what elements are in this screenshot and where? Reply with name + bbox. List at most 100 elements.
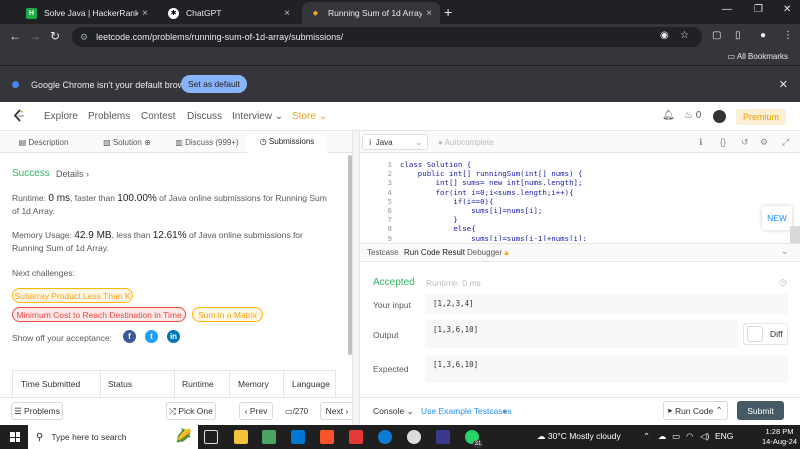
volume-icon[interactable]: ◁) bbox=[700, 431, 709, 442]
col-status[interactable]: Status bbox=[108, 379, 132, 389]
code-line[interactable]: } bbox=[400, 215, 457, 224]
tab-debugger[interactable]: Debugger 🔒︎ bbox=[467, 248, 509, 258]
forward-icon[interactable]: → bbox=[29, 29, 41, 43]
extensions-icon[interactable]: ▢ bbox=[712, 30, 721, 41]
taskbar-search[interactable]: ⚲ Type here to search 🌽 bbox=[28, 425, 198, 449]
browser-tab-leetcode[interactable]: ◆ Running Sum of 1d Array - Lee × bbox=[302, 2, 440, 24]
menu-icon[interactable]: ⋮ bbox=[783, 30, 793, 41]
page-indicator[interactable]: ▭/270 bbox=[285, 407, 308, 416]
profile-icon[interactable]: ● bbox=[760, 30, 766, 41]
close-tab-icon[interactable]: × bbox=[142, 8, 148, 19]
battery-icon[interactable]: ▭ bbox=[672, 431, 680, 442]
pick-one-button[interactable]: ⤮ Pick One bbox=[166, 402, 216, 420]
close-tab-icon[interactable]: × bbox=[284, 8, 290, 19]
tab-submissions[interactable]: ◷ Submissions bbox=[247, 131, 327, 153]
all-bookmarks[interactable]: ▭ All Bookmarks bbox=[728, 52, 788, 61]
autocomplete-toggle[interactable]: ● Autocomplete bbox=[438, 138, 494, 147]
intellij-icon[interactable] bbox=[436, 430, 450, 444]
code-line[interactable]: public int[] runningSum(int[] nums) { bbox=[400, 169, 583, 178]
code-editor[interactable]: 1 class Solution {2 public int[] runningS… bbox=[360, 155, 800, 241]
col-runtime[interactable]: Runtime bbox=[182, 379, 214, 389]
braces-icon[interactable]: {} bbox=[720, 137, 726, 147]
language-indicator[interactable]: ENG bbox=[715, 431, 733, 441]
facebook-icon[interactable]: f bbox=[123, 330, 136, 343]
nav-problems[interactable]: Problems bbox=[88, 111, 130, 122]
avatar[interactable] bbox=[713, 110, 726, 123]
address-bar[interactable]: ⚙ leetcode.com/problems/running-sum-of-1… bbox=[72, 27, 702, 47]
store-icon[interactable] bbox=[262, 430, 276, 444]
prev-button[interactable]: ‹ Prev bbox=[239, 402, 273, 420]
challenge-chip[interactable]: Subarray Product Less Than K bbox=[12, 288, 133, 303]
leetcode-logo-icon[interactable] bbox=[12, 109, 26, 123]
fullscreen-icon[interactable]: ⤢ bbox=[782, 137, 789, 148]
minimize-icon[interactable]: — bbox=[722, 4, 732, 15]
run-code-button[interactable]: ▸ Run Code ⌃ bbox=[663, 401, 728, 420]
nav-explore[interactable]: Explore bbox=[44, 111, 78, 122]
close-infobar-icon[interactable]: ✕ bbox=[779, 78, 788, 91]
twitter-icon[interactable]: t bbox=[145, 330, 158, 343]
chrome-icon[interactable] bbox=[407, 430, 421, 444]
console-toggle[interactable]: Console ⌄ bbox=[373, 406, 414, 417]
nav-interview[interactable]: Interview ⌄ bbox=[232, 111, 283, 122]
code-line[interactable]: class Solution { bbox=[400, 160, 471, 169]
challenge-chip[interactable]: Minimum Cost to Reach Destination in Tim… bbox=[12, 307, 186, 322]
panel-resize-handle[interactable] bbox=[352, 131, 360, 425]
history-clock-icon[interactable]: ◷ bbox=[779, 277, 787, 288]
code-line[interactable]: for(int i=0;i<sums.length;i++){ bbox=[400, 188, 574, 197]
app-icon[interactable] bbox=[349, 430, 363, 444]
site-info-icon[interactable]: ⚙ bbox=[80, 32, 88, 43]
weather-widget[interactable]: ☁ 30°C Mostly cloudy bbox=[537, 431, 621, 442]
browser-tab-hackerrank[interactable]: H Solve Java | HackerRank × bbox=[18, 2, 156, 24]
system-clock[interactable]: 1:28 PM 14-Aug-24 bbox=[762, 427, 797, 447]
new-tab-icon[interactable]: + bbox=[444, 4, 452, 20]
details-link[interactable]: Details › bbox=[56, 169, 89, 179]
side-panel-icon[interactable]: ▯ bbox=[735, 30, 741, 41]
collapse-chevron-icon[interactable]: ⌄ bbox=[781, 246, 789, 257]
notification-bell-icon[interactable]: 🔔︎ bbox=[662, 110, 675, 121]
help-icon[interactable]: ● · bbox=[502, 406, 512, 416]
file-explorer-icon[interactable] bbox=[234, 430, 248, 444]
edge-icon[interactable] bbox=[378, 430, 392, 444]
challenge-chip[interactable]: Sum in a Matrix bbox=[192, 307, 263, 322]
problems-button[interactable]: ☰ Problems bbox=[11, 402, 63, 420]
close-window-icon[interactable]: ✕ bbox=[783, 4, 791, 15]
code-line[interactable]: sums[i]=nums[i]; bbox=[400, 206, 542, 215]
diff-switch[interactable] bbox=[747, 326, 763, 342]
set-default-button[interactable]: Set as default bbox=[181, 75, 247, 93]
new-feature-badge[interactable]: NEW bbox=[762, 206, 792, 230]
browser-tab-chatgpt[interactable]: ✱ ChatGPT × bbox=[160, 2, 298, 24]
tab-solution[interactable]: ▨ Solution ⊕ bbox=[87, 131, 167, 153]
tab-run-code-result[interactable]: Run Code Result bbox=[404, 248, 465, 257]
brave-icon[interactable] bbox=[320, 430, 334, 444]
tab-discuss[interactable]: ▥ Discuss (999+) bbox=[167, 131, 247, 153]
nav-store[interactable]: Store ⌄ bbox=[292, 111, 327, 122]
col-language[interactable]: Language bbox=[292, 379, 330, 389]
submit-button[interactable]: Submit bbox=[737, 401, 784, 420]
reset-icon[interactable]: ↺ bbox=[741, 137, 749, 148]
code-line[interactable]: else{ bbox=[400, 224, 475, 233]
windows-start-icon[interactable] bbox=[10, 432, 20, 442]
code-line[interactable]: if(i==0){ bbox=[400, 197, 493, 206]
reload-icon[interactable]: ↻ bbox=[50, 29, 60, 43]
wifi-icon[interactable]: ◠ bbox=[686, 431, 693, 442]
tab-description[interactable]: ▤ Description bbox=[0, 131, 87, 153]
nav-discuss[interactable]: Discuss bbox=[187, 111, 222, 122]
tray-overflow-icon[interactable]: ⌃ bbox=[643, 431, 650, 442]
diff-toggle[interactable]: Diff bbox=[743, 323, 788, 345]
tab-testcase[interactable]: Testcase bbox=[367, 248, 399, 257]
nav-contest[interactable]: Contest bbox=[141, 111, 175, 122]
premium-button[interactable]: Premium bbox=[736, 109, 786, 125]
col-time-submitted[interactable]: Time Submitted bbox=[21, 379, 80, 389]
settings-icon[interactable]: ⚙ bbox=[760, 137, 768, 148]
language-select[interactable]: ⅰ Java ⌄ bbox=[362, 134, 428, 150]
info-icon[interactable]: ℹ bbox=[699, 137, 702, 148]
code-line[interactable]: sums[i]=sums[i-1]+nums[i]; bbox=[400, 234, 587, 241]
next-button[interactable]: Next › bbox=[320, 402, 354, 420]
back-icon[interactable]: ← bbox=[9, 29, 21, 43]
bookmark-star-icon[interactable]: ☆ bbox=[680, 30, 689, 41]
task-view-icon[interactable] bbox=[204, 430, 218, 444]
use-example-testcases-link[interactable]: Use Example Testcases bbox=[421, 406, 512, 416]
mail-icon[interactable] bbox=[291, 430, 305, 444]
col-memory[interactable]: Memory bbox=[238, 379, 269, 389]
eye-off-icon[interactable]: ◉ bbox=[660, 30, 669, 41]
